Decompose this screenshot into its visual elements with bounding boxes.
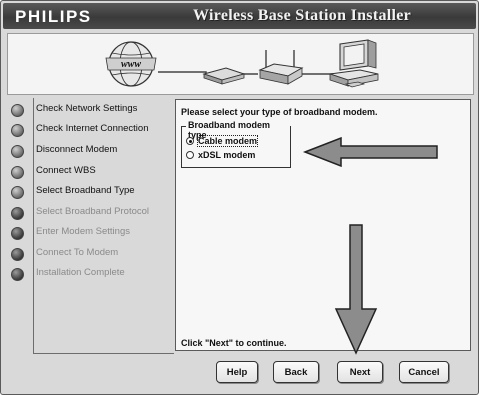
step-connect-to-modem: Connect To Modem xyxy=(9,245,175,263)
step-label: Check Internet Connection xyxy=(36,123,149,134)
back-button[interactable]: Back xyxy=(273,361,319,383)
globe-icon: www xyxy=(105,41,157,87)
step-label: Connect WBS xyxy=(36,165,96,176)
computer-icon xyxy=(329,39,379,88)
step-disconnect-modem: Disconnect Modem xyxy=(9,142,175,160)
brand-logo: PHILIPS xyxy=(15,7,92,26)
connection-diagram-banner: www xyxy=(7,33,474,95)
continue-hint: Click "Next" to continue. xyxy=(181,338,287,348)
step-status-icon xyxy=(11,124,24,137)
next-button[interactable]: Next xyxy=(337,361,383,383)
instruction-text: Please select your type of broadband mod… xyxy=(181,107,378,117)
modem-type-group: Broadband modem type Cable modem xDSL mo… xyxy=(181,120,291,168)
step-label: Select Broadband Protocol xyxy=(36,206,150,217)
window-title: Wireless Base Station Installer xyxy=(193,7,412,24)
step-label: Disconnect Modem xyxy=(36,144,118,155)
step-status-icon xyxy=(11,104,24,117)
step-status-icon xyxy=(11,268,24,281)
modem-icon xyxy=(202,67,246,85)
step-select-broadband-protocol: Select Broadband Protocol xyxy=(9,204,175,222)
step-check-network-settings: Check Network Settings xyxy=(9,101,175,119)
step-status-icon xyxy=(11,248,24,261)
step-status-icon xyxy=(11,166,24,179)
step-label: Check Network Settings xyxy=(36,103,138,114)
arrow-left-icon xyxy=(302,137,438,167)
radio-label[interactable]: xDSL modem xyxy=(198,150,255,160)
step-status-icon xyxy=(11,227,24,240)
cancel-button[interactable]: Cancel xyxy=(399,361,449,383)
radio-cable-modem[interactable]: Cable modem xyxy=(186,135,259,148)
step-status-icon xyxy=(11,207,24,220)
step-label: Installation Complete xyxy=(36,267,125,278)
step-select-broadband-type: Select Broadband Type xyxy=(9,183,175,201)
step-label: Select Broadband Type xyxy=(36,185,135,196)
step-list: Check Network Settings Check Internet Co… xyxy=(9,97,175,355)
step-enter-modem-settings: Enter Modem Settings xyxy=(9,224,175,242)
step-label: Connect To Modem xyxy=(36,247,119,258)
step-connect-wbs: Connect WBS xyxy=(9,163,175,181)
radio-button[interactable] xyxy=(186,151,194,159)
radio-label[interactable]: Cable modem xyxy=(196,135,259,147)
step-installation-complete: Installation Complete xyxy=(9,265,175,283)
step-check-internet-connection: Check Internet Connection xyxy=(9,121,175,139)
installer-window: PHILIPS Wireless Base Station Installer … xyxy=(0,0,479,395)
radio-button[interactable] xyxy=(186,137,194,145)
connection-diagram: www xyxy=(105,39,379,88)
router-icon xyxy=(258,50,304,85)
radio-xdsl-modem[interactable]: xDSL modem xyxy=(186,150,256,162)
arrow-down-icon xyxy=(334,224,378,355)
step-status-icon xyxy=(11,186,24,199)
step-label: Enter Modem Settings xyxy=(36,226,130,237)
step-status-icon xyxy=(11,145,24,158)
help-button[interactable]: Help xyxy=(216,361,258,383)
title-bar: PHILIPS Wireless Base Station Installer xyxy=(3,3,476,29)
globe-label: www xyxy=(121,59,141,70)
